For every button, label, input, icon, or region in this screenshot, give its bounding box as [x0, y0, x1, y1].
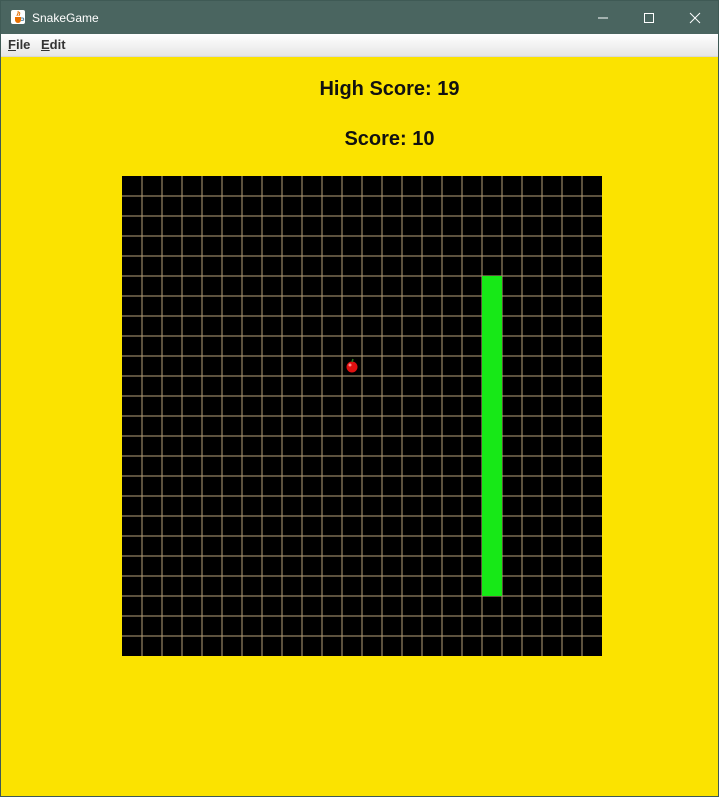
close-button[interactable]	[672, 1, 718, 34]
snake-segment	[482, 416, 502, 436]
apple-icon	[346, 358, 358, 373]
game-board[interactable]	[122, 176, 602, 656]
snake-segment	[482, 396, 502, 416]
title-bar[interactable]: SnakeGame	[1, 1, 718, 34]
game-panel: High Score: 19 Score: 10	[1, 57, 718, 796]
menu-file-label-rest: ile	[15, 37, 31, 52]
score-label: Score: 10	[344, 128, 435, 150]
snake-segment	[482, 496, 502, 516]
snake-segment	[482, 376, 502, 396]
menu-edit-mnemonic: E	[41, 37, 50, 52]
game-board-canvas	[122, 176, 602, 656]
minimize-button[interactable]	[580, 1, 626, 34]
snake-segment	[482, 316, 502, 336]
snake-segment	[482, 556, 502, 576]
snake-segment	[482, 436, 502, 456]
menu-file-mnemonic: F	[8, 37, 16, 52]
snake-segment	[482, 536, 502, 556]
snake-segment	[482, 336, 502, 356]
snake-segment	[482, 276, 502, 296]
menu-file[interactable]: File	[8, 37, 30, 53]
snake-segment	[482, 456, 502, 476]
menu-edit-label-rest: dit	[49, 37, 66, 52]
snake-segment	[482, 476, 502, 496]
menu-bar: File Edit	[1, 34, 718, 57]
snake-segment	[482, 296, 502, 316]
menu-edit[interactable]: Edit	[41, 37, 66, 53]
java-coffee-cup-icon	[11, 10, 25, 24]
maximize-icon	[644, 12, 654, 23]
minimize-icon	[598, 17, 608, 18]
snake-segment	[482, 356, 502, 376]
snake-segment	[482, 516, 502, 536]
snake-segment	[482, 576, 502, 596]
snake-game-window: SnakeGame File Edit High Score: 19 Score…	[0, 0, 719, 797]
close-icon	[689, 12, 701, 23]
window-title: SnakeGame	[32, 11, 99, 25]
high-score-label: High Score: 19	[319, 78, 460, 100]
maximize-button[interactable]	[626, 1, 672, 34]
